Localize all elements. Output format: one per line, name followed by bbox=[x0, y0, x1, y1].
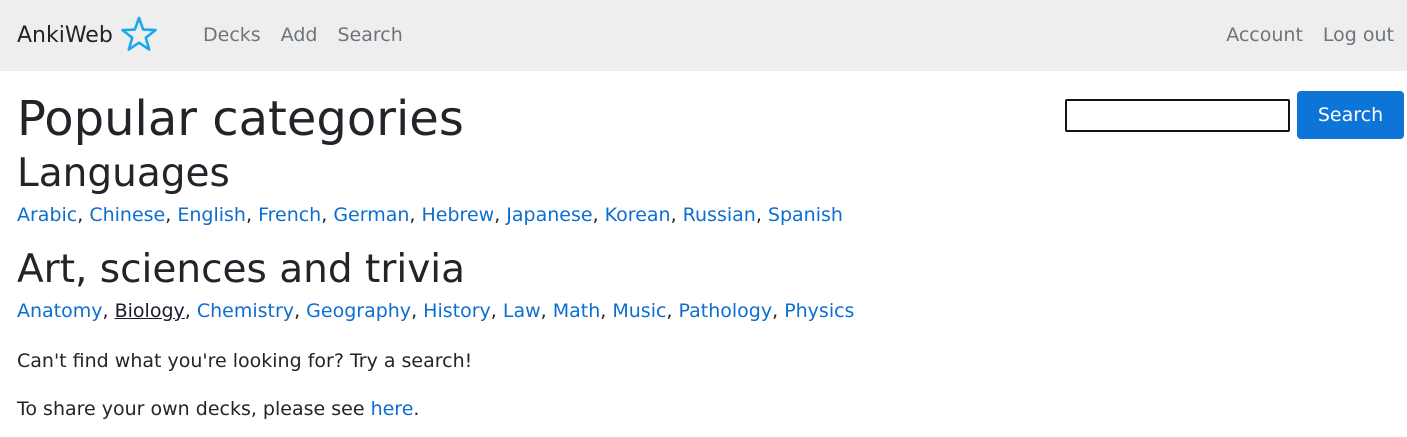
share-suffix: . bbox=[413, 398, 420, 420]
nav-left-links: Decks Add Search bbox=[203, 22, 403, 48]
category-link-french[interactable]: French bbox=[258, 204, 321, 226]
category-separator: , bbox=[77, 204, 90, 226]
cant-find-text: Can't find what you're looking for? Try … bbox=[17, 350, 473, 372]
category-link-law[interactable]: Law bbox=[503, 300, 541, 322]
nav-decks[interactable]: Decks bbox=[203, 22, 261, 48]
category-separator: , bbox=[411, 300, 424, 322]
category-separator: , bbox=[490, 300, 503, 322]
top-navbar: AnkiWeb Decks Add Search Account Log out bbox=[0, 0, 1407, 71]
category-separator: , bbox=[494, 204, 507, 226]
nav-logout[interactable]: Log out bbox=[1323, 22, 1394, 48]
nav-add[interactable]: Add bbox=[281, 22, 318, 48]
category-separator: , bbox=[165, 204, 178, 226]
category-list-languages: Arabic, Chinese, English, French, German… bbox=[17, 202, 1017, 228]
category-link-pathology[interactable]: Pathology bbox=[679, 300, 773, 322]
category-link-chinese[interactable]: Chinese bbox=[89, 204, 165, 226]
main-content: Popular categories Languages Arabic, Chi… bbox=[17, 88, 1017, 422]
category-separator: , bbox=[409, 204, 422, 226]
share-text: To share your own decks, please see here… bbox=[17, 396, 1017, 422]
category-separator: , bbox=[666, 300, 679, 322]
category-link-biology[interactable]: Biology bbox=[115, 300, 185, 322]
category-list-art-sciences: Anatomy, Biology, Chemistry, Geography, … bbox=[17, 298, 1017, 324]
category-link-german[interactable]: German bbox=[333, 204, 409, 226]
category-separator: , bbox=[294, 300, 307, 322]
category-link-chemistry[interactable]: Chemistry bbox=[197, 300, 294, 322]
nav-right-links: Account Log out bbox=[1226, 22, 1394, 48]
search-form: Search bbox=[1065, 91, 1404, 139]
search-input[interactable] bbox=[1065, 98, 1290, 132]
category-link-english[interactable]: English bbox=[177, 204, 246, 226]
category-link-geography[interactable]: Geography bbox=[306, 300, 411, 322]
category-separator: , bbox=[600, 300, 613, 322]
category-link-anatomy[interactable]: Anatomy bbox=[17, 300, 103, 322]
category-link-math[interactable]: Math bbox=[553, 300, 601, 322]
search-button[interactable]: Search bbox=[1297, 91, 1404, 139]
brand-logo-link[interactable]: AnkiWeb bbox=[17, 16, 159, 52]
category-link-arabic[interactable]: Arabic bbox=[17, 204, 77, 226]
category-separator: , bbox=[245, 204, 259, 226]
category-separator: , bbox=[755, 204, 768, 226]
category-separator: , bbox=[772, 300, 785, 322]
category-link-hebrew[interactable]: Hebrew bbox=[422, 204, 495, 226]
category-link-music[interactable]: Music bbox=[612, 300, 666, 322]
star-outline-icon bbox=[121, 16, 157, 51]
category-separator: , bbox=[592, 204, 605, 226]
category-separator: , bbox=[184, 300, 197, 322]
share-prefix: To share your own decks, please see bbox=[17, 398, 371, 420]
category-separator: , bbox=[540, 300, 553, 322]
category-link-spanish[interactable]: Spanish bbox=[768, 204, 843, 226]
category-link-history[interactable]: History bbox=[423, 300, 491, 322]
section-title-languages: Languages bbox=[17, 151, 230, 196]
category-separator: , bbox=[102, 300, 115, 322]
category-link-japanese[interactable]: Japanese bbox=[506, 204, 592, 226]
nav-account[interactable]: Account bbox=[1226, 22, 1303, 48]
category-link-physics[interactable]: Physics bbox=[784, 300, 854, 322]
nav-search[interactable]: Search bbox=[337, 22, 402, 48]
category-separator: , bbox=[321, 204, 334, 226]
category-link-russian[interactable]: Russian bbox=[683, 204, 756, 226]
page-title: Popular categories bbox=[17, 91, 464, 147]
section-title-art-sciences: Art, sciences and trivia bbox=[17, 247, 466, 292]
brand-name: AnkiWeb bbox=[17, 23, 113, 48]
category-link-korean[interactable]: Korean bbox=[605, 204, 671, 226]
share-here-link[interactable]: here bbox=[371, 398, 414, 420]
category-separator: , bbox=[670, 204, 683, 226]
